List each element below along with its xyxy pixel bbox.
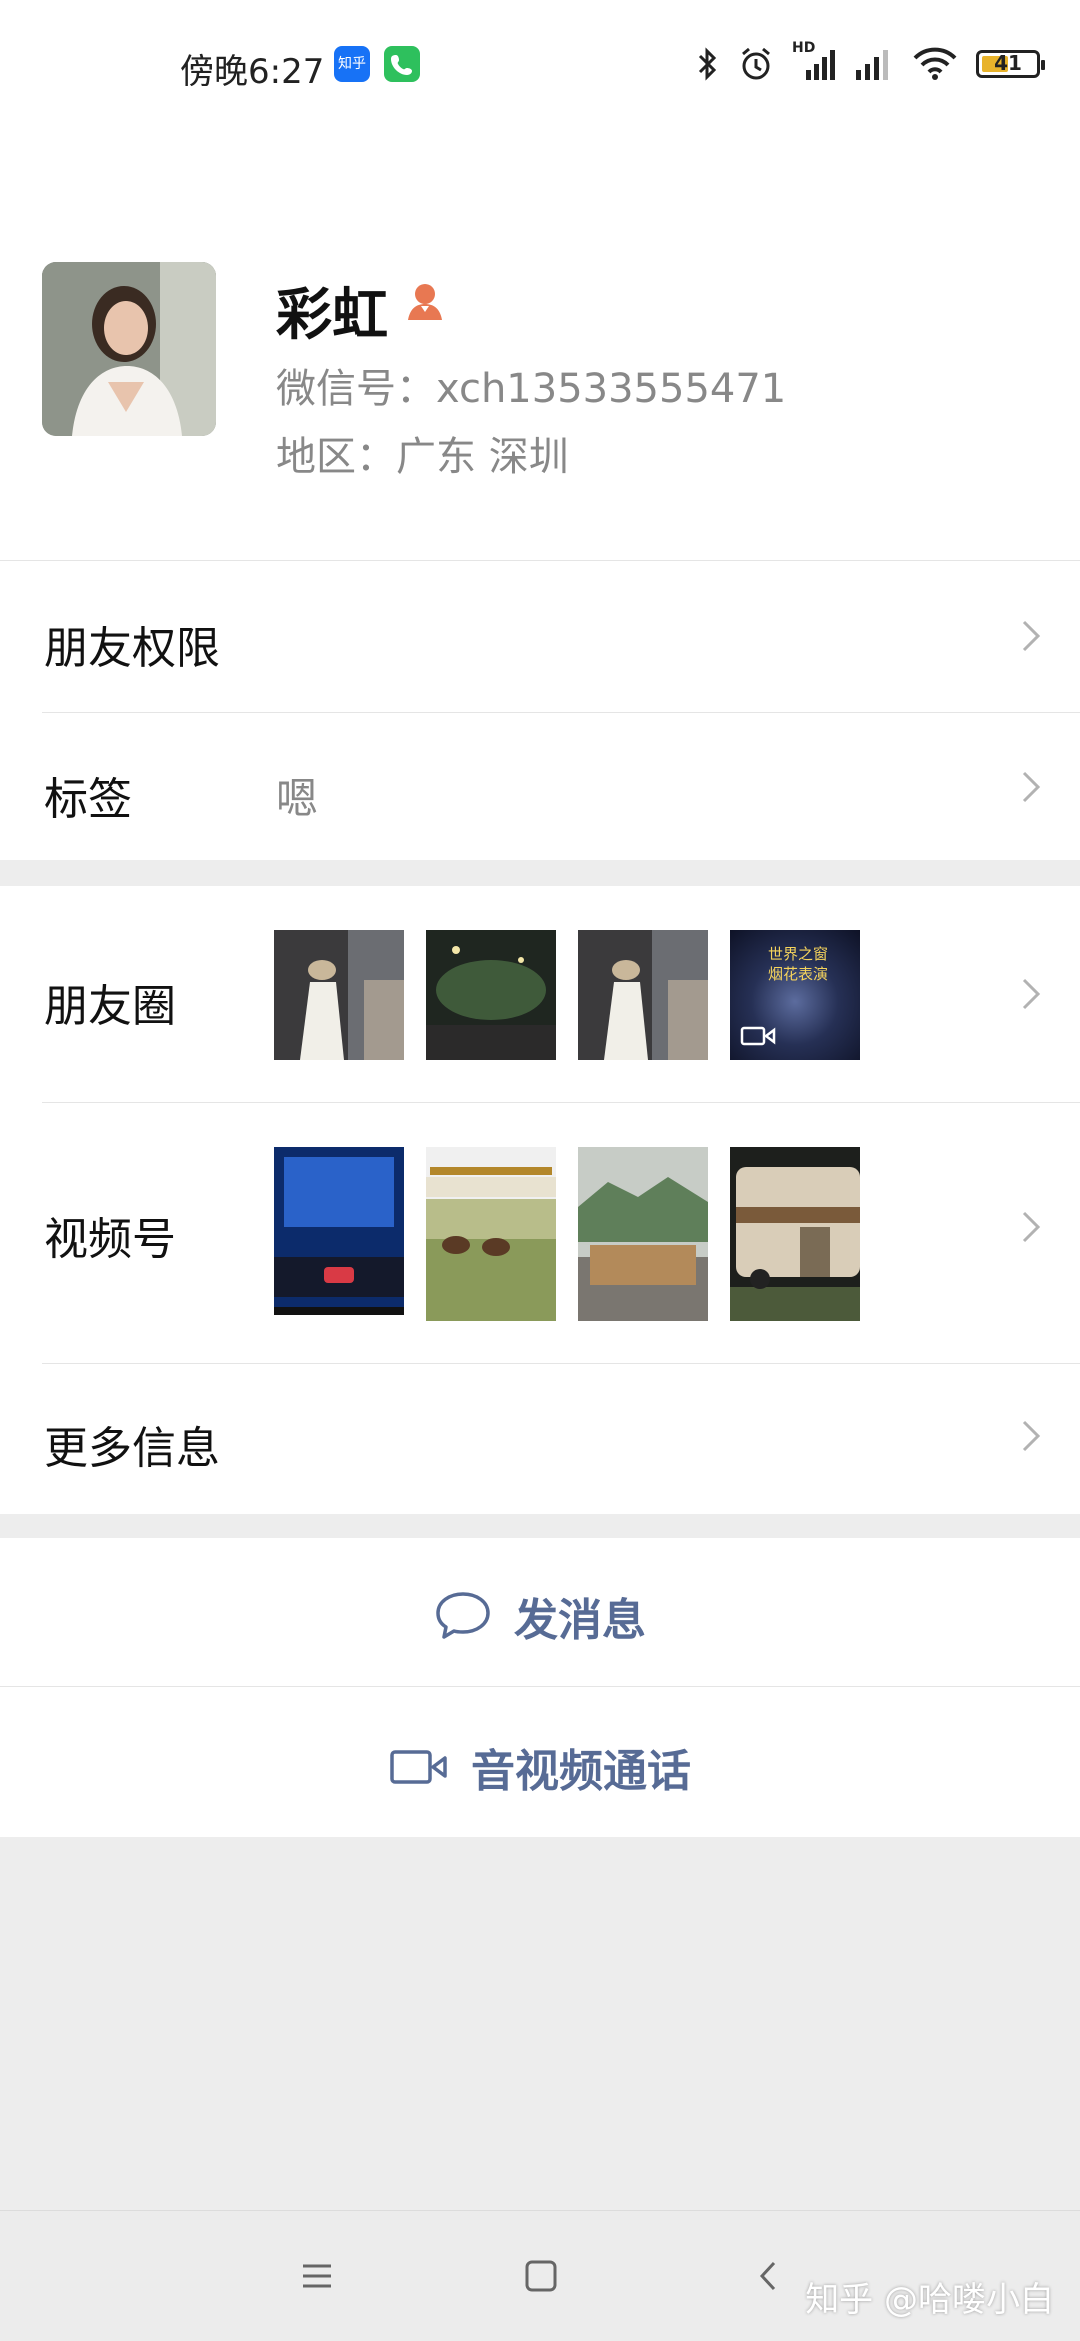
- person-badge-icon: [408, 284, 442, 320]
- chat-bubble-icon: [436, 1592, 490, 1639]
- chevron-right-icon: [1022, 771, 1041, 803]
- video-camera-icon: [390, 1750, 447, 1784]
- signal-icon: [856, 50, 888, 80]
- region: 地区：广东 深圳: [276, 434, 569, 480]
- hd-label: HD: [792, 40, 816, 56]
- battery-icon: 41: [976, 50, 1045, 78]
- row-label: 视频号: [44, 1214, 176, 1265]
- row-label: 更多信息: [44, 1423, 220, 1474]
- row-label: 朋友圈: [44, 981, 176, 1032]
- send-message-label: 发消息: [514, 1595, 646, 1646]
- row-channels[interactable]: 视频号: [0, 1103, 1080, 1363]
- channels-thumb-1: [274, 1147, 404, 1321]
- battery-level: 41: [994, 51, 1022, 75]
- phone-app-icon: [384, 46, 420, 82]
- tags-value: 嗯: [276, 774, 319, 823]
- chevron-right-icon: [1022, 620, 1041, 652]
- channels-thumb-3: [578, 1147, 708, 1321]
- moments-thumb-1: [274, 930, 404, 1060]
- row-tags[interactable]: 标签 嗯: [0, 713, 1080, 861]
- row-moments[interactable]: 朋友圈 世界之窗 烟花表演: [0, 886, 1080, 1102]
- wechat-id: 微信号：xch13533555471: [276, 366, 787, 412]
- menu-icon[interactable]: [300, 2261, 334, 2291]
- video-call-label: 音视频通话: [471, 1746, 691, 1797]
- nav-back-icon[interactable]: [756, 2259, 780, 2293]
- signal-hd-icon: HD: [792, 40, 836, 82]
- status-time: 傍晚6:27: [180, 52, 325, 92]
- moments-thumb-2: [426, 930, 556, 1060]
- row-label: 标签: [44, 774, 132, 825]
- contact-name: 彩虹: [276, 283, 388, 348]
- status-bar: 傍晚6:27 知乎 HD 41: [0, 0, 1080, 130]
- send-message-button[interactable]: 发消息: [0, 1538, 1080, 1686]
- channels-thumb-4: [730, 1147, 860, 1321]
- thumb-caption: 世界之窗 烟花表演: [768, 945, 829, 983]
- watermark: 知乎 @哈喽小白: [805, 2280, 1054, 2320]
- channels-thumb-2: [426, 1147, 556, 1321]
- video-call-button[interactable]: 音视频通话: [0, 1687, 1080, 1837]
- chevron-right-icon: [1022, 978, 1041, 1010]
- video-icon: [740, 1026, 776, 1046]
- alarm-icon: [742, 47, 770, 80]
- zhihu-app-icon: 知乎: [334, 46, 370, 82]
- moments-thumb-3: [578, 930, 708, 1060]
- chevron-right-icon: [1022, 1211, 1041, 1243]
- row-label: 朋友权限: [44, 623, 220, 674]
- bluetooth-icon: [698, 47, 717, 81]
- wifi-icon: [913, 47, 957, 80]
- avatar[interactable]: [42, 262, 216, 436]
- row-more-info[interactable]: 更多信息: [0, 1364, 1080, 1514]
- status-icons: HD 41: [696, 40, 1045, 84]
- home-icon[interactable]: [524, 2259, 558, 2293]
- chevron-right-icon: [1022, 1420, 1041, 1452]
- row-friend-permissions[interactable]: 朋友权限: [0, 562, 1080, 712]
- moments-thumb-4: 世界之窗 烟花表演: [730, 930, 860, 1060]
- divider: [0, 560, 1080, 561]
